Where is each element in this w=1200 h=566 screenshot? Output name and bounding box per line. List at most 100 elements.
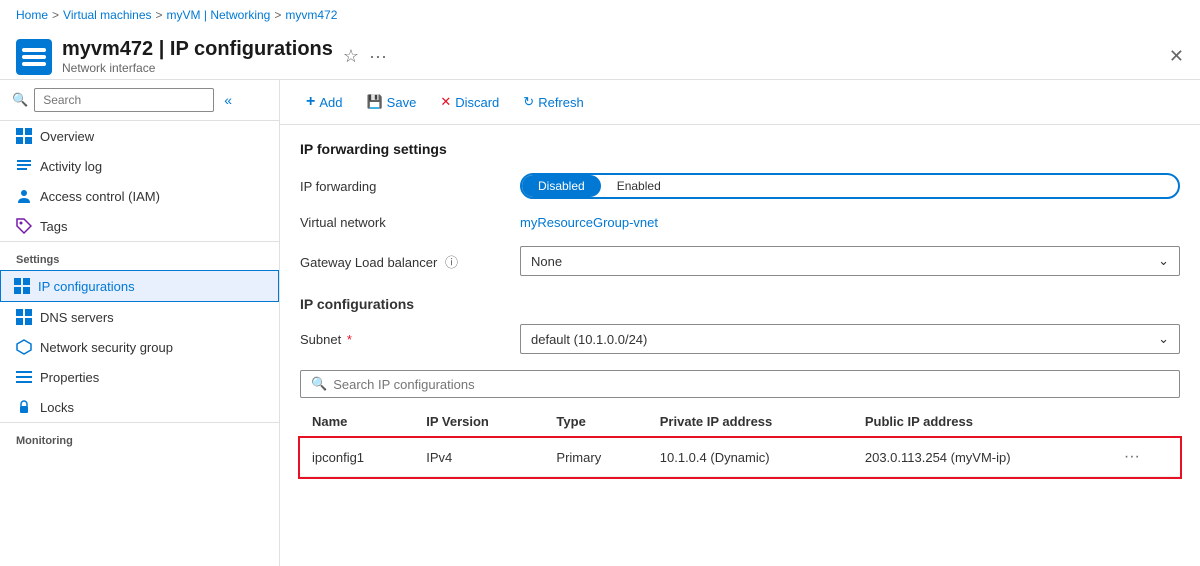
sidebar-item-access-control-label: Access control (IAM)	[40, 189, 160, 204]
main-layout: 🔍 « Overview Activity log	[0, 80, 1200, 566]
sidebar-item-activity-log[interactable]: Activity log	[0, 151, 279, 181]
ip-config-section-title: IP configurations	[300, 296, 1180, 312]
toggle-enabled[interactable]: Enabled	[601, 175, 677, 197]
ip-forwarding-toggle: Disabled Enabled	[520, 173, 1180, 199]
ip-forwarding-row: IP forwarding Disabled Enabled	[300, 173, 1180, 199]
refresh-button[interactable]: ↻ Refresh	[513, 89, 593, 115]
collapse-sidebar-button[interactable]: «	[224, 92, 232, 108]
subnet-row: Subnet * default (10.1.0.0/24) ⌄	[300, 324, 1180, 354]
save-button[interactable]: 💾 Save	[356, 89, 426, 115]
sidebar-nav: Overview Activity log Access control (IA…	[0, 121, 279, 566]
save-icon: 💾	[366, 94, 382, 110]
locks-icon	[16, 399, 32, 415]
access-control-icon	[16, 188, 32, 204]
page-icon	[16, 39, 52, 75]
breadcrumb-vms[interactable]: Virtual machines	[63, 8, 152, 22]
content-area: + Add 💾 Save ✕ Discard ↻ Refresh IP forw…	[280, 80, 1200, 566]
sidebar-item-properties[interactable]: Properties	[0, 362, 279, 392]
content-body: IP forwarding settings IP forwarding Dis…	[280, 125, 1200, 493]
sidebar-item-ip-configurations-label: IP configurations	[38, 279, 135, 294]
search-ip-config-bar: 🔍	[300, 370, 1180, 398]
sidebar-search-container: 🔍 «	[0, 80, 279, 121]
col-public-ip: Public IP address	[853, 406, 1108, 438]
sidebar-item-locks[interactable]: Locks	[0, 392, 279, 422]
cell-public-ip: 203.0.113.254 (myVM-ip)	[853, 438, 1108, 477]
ip-configurations-icon	[14, 278, 30, 294]
discard-icon: ✕	[440, 94, 451, 110]
gateway-lb-label: Gateway Load balancer ⓘ	[300, 252, 520, 271]
search-ip-config-icon: 🔍	[311, 376, 327, 392]
ip-configurations-section: IP configurations Subnet * default (10.1…	[300, 296, 1180, 477]
cell-name: ipconfig1	[300, 438, 414, 477]
gateway-lb-info-icon: ⓘ	[445, 255, 458, 270]
page-subtitle: Network interface	[62, 61, 333, 75]
search-input[interactable]	[34, 88, 214, 112]
activity-log-icon	[16, 158, 32, 174]
breadcrumb-myvm472[interactable]: myvm472	[285, 8, 337, 22]
dropdown-chevron-icon: ⌄	[1158, 253, 1169, 269]
col-name: Name	[300, 406, 414, 438]
col-private-ip: Private IP address	[648, 406, 853, 438]
subnet-label: Subnet *	[300, 332, 520, 347]
breadcrumb-networking[interactable]: myVM | Networking	[167, 8, 271, 22]
sidebar-item-overview-label: Overview	[40, 129, 94, 144]
more-options-icon[interactable]: ···	[369, 46, 387, 67]
cell-ip-version: IPv4	[414, 438, 544, 477]
sidebar-item-network-security-group[interactable]: Network security group	[0, 332, 279, 362]
virtual-network-row: Virtual network myResourceGroup-vnet	[300, 215, 1180, 230]
subnet-dropdown[interactable]: default (10.1.0.0/24) ⌄	[520, 324, 1180, 354]
gateway-lb-row: Gateway Load balancer ⓘ None ⌄	[300, 246, 1180, 276]
subnet-dropdown-chevron-icon: ⌄	[1158, 331, 1169, 347]
forwarding-section-title: IP forwarding settings	[300, 141, 1180, 157]
breadcrumb: Home > Virtual machines > myVM | Network…	[0, 0, 1200, 30]
discard-button[interactable]: ✕ Discard	[430, 89, 509, 115]
sidebar-item-ip-configurations[interactable]: IP configurations	[0, 270, 279, 302]
sidebar-item-overview[interactable]: Overview	[0, 121, 279, 151]
page-title: myvm472 | IP configurations	[62, 38, 333, 61]
table-row[interactable]: ipconfig1 IPv4 Primary 10.1.0.4 (Dynamic…	[300, 438, 1180, 477]
virtual-network-link[interactable]: myResourceGroup-vnet	[520, 215, 658, 230]
sidebar: 🔍 « Overview Activity log	[0, 80, 280, 566]
breadcrumb-home[interactable]: Home	[16, 8, 48, 22]
ip-forwarding-label: IP forwarding	[300, 179, 520, 194]
row-actions-button[interactable]: ···	[1120, 448, 1144, 466]
gateway-lb-dropdown[interactable]: None ⌄	[520, 246, 1180, 276]
sidebar-item-access-control[interactable]: Access control (IAM)	[0, 181, 279, 211]
toggle-disabled[interactable]: Disabled	[522, 175, 601, 197]
virtual-network-label: Virtual network	[300, 215, 520, 230]
col-type: Type	[544, 406, 647, 438]
title-block: myvm472 | IP configurations Network inte…	[62, 38, 333, 75]
sidebar-item-dns-servers[interactable]: DNS servers	[0, 302, 279, 332]
sidebar-item-network-security-group-label: Network security group	[40, 340, 173, 355]
sidebar-item-tags[interactable]: Tags	[0, 211, 279, 241]
sidebar-item-locks-label: Locks	[40, 400, 74, 415]
sidebar-item-dns-servers-label: DNS servers	[40, 310, 114, 325]
subnet-required-indicator: *	[347, 332, 352, 347]
toggle-group: Disabled Enabled	[520, 173, 1180, 199]
overview-icon	[16, 128, 32, 144]
add-button[interactable]: + Add	[296, 88, 352, 116]
page-header: myvm472 | IP configurations Network inte…	[0, 30, 1200, 80]
sidebar-item-activity-log-label: Activity log	[40, 159, 102, 174]
col-actions	[1108, 406, 1180, 438]
close-icon[interactable]: ✕	[1169, 46, 1184, 67]
ip-config-table: Name IP Version Type Private IP address …	[300, 406, 1180, 477]
refresh-icon: ↻	[523, 94, 534, 110]
search-icon: 🔍	[12, 92, 28, 108]
toolbar: + Add 💾 Save ✕ Discard ↻ Refresh	[280, 80, 1200, 125]
monitoring-section-header: Monitoring	[0, 422, 279, 451]
search-ip-config-input[interactable]	[333, 377, 633, 392]
tags-icon	[16, 218, 32, 234]
network-security-group-icon	[16, 339, 32, 355]
dns-servers-icon	[16, 309, 32, 325]
sidebar-item-properties-label: Properties	[40, 370, 99, 385]
favorite-icon[interactable]: ☆	[343, 46, 359, 67]
cell-actions[interactable]: ···	[1108, 438, 1180, 477]
page-icon-decoration	[18, 44, 50, 70]
cell-private-ip: 10.1.0.4 (Dynamic)	[648, 438, 853, 477]
sidebar-item-tags-label: Tags	[40, 219, 67, 234]
settings-section-header: Settings	[0, 241, 279, 270]
table-header-row: Name IP Version Type Private IP address …	[300, 406, 1180, 438]
properties-icon	[16, 369, 32, 385]
col-ip-version: IP Version	[414, 406, 544, 438]
